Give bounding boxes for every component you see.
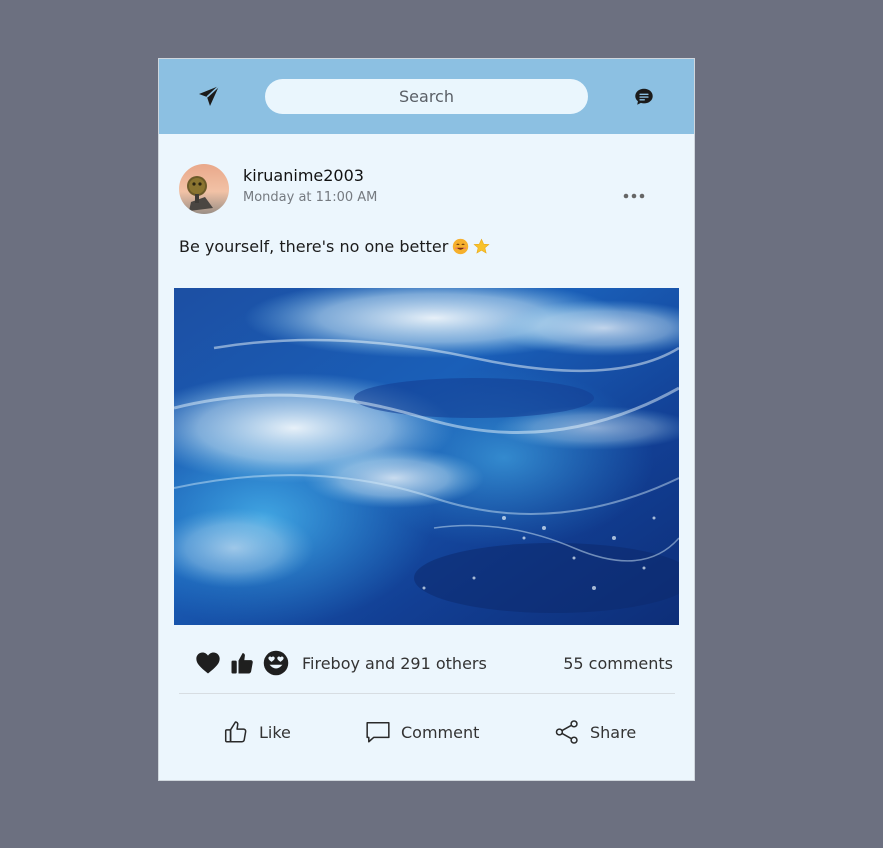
divider [179,693,675,694]
chat-icon[interactable] [633,86,655,108]
star-emoji-icon [473,238,490,254]
comment-outline-icon [366,722,390,743]
send-icon[interactable] [197,84,221,108]
post-timestamp[interactable]: Monday at 11:00 AM [243,190,377,205]
like-label: Like [259,722,291,742]
share-button[interactable]: Share [554,715,636,749]
search-input[interactable] [265,79,588,114]
thumbs-up-outline-icon [224,721,247,743]
share-label: Share [590,722,637,742]
ocean-waves-photo-icon [174,288,679,625]
comment-label: Comment [401,722,480,742]
share-icon [555,720,578,744]
smiling-face-emoji-icon [453,238,469,255]
comment-button[interactable]: Comment [365,715,479,749]
more-options-icon[interactable] [621,183,647,209]
top-bar [159,59,694,134]
liked-by-text[interactable]: Fireboy and 291 others [302,654,487,673]
heart-icon[interactable] [194,649,222,677]
avatar-image [179,164,229,214]
like-button[interactable]: Like [223,715,291,749]
comments-count[interactable]: 55 comments [563,654,673,673]
post-caption: Be yourself, there's no one better [179,237,490,256]
heart-eyes-icon[interactable] [262,649,290,677]
post-photo[interactable] [174,288,679,625]
thumbs-up-icon[interactable] [228,649,256,677]
post-username[interactable]: kiruanime2003 [243,166,364,185]
avatar[interactable] [179,164,229,214]
caption-text: Be yourself, there's no one better [179,237,449,256]
reaction-icons [194,648,290,678]
post-card: kiruanime2003 Monday at 11:00 AM Be your… [158,58,695,781]
